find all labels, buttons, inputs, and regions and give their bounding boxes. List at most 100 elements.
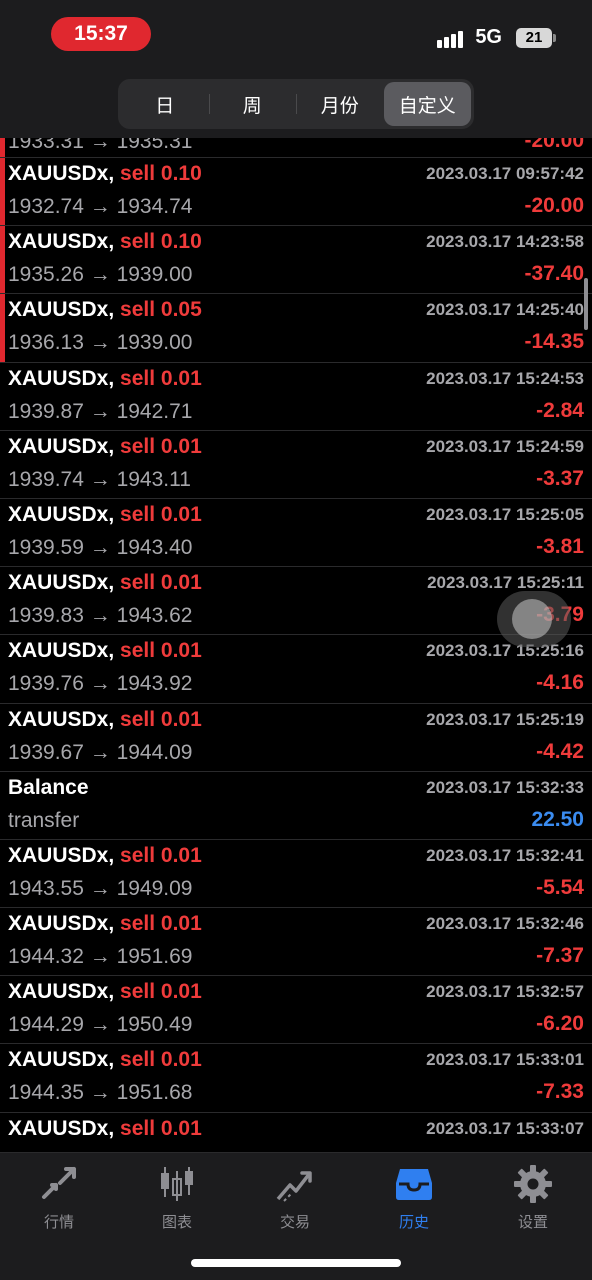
tab-day[interactable]: 日 — [121, 82, 209, 126]
trade-datetime: 2023.03.17 15:25:16 — [426, 641, 584, 661]
tab-label: 图表 — [161, 1214, 192, 1231]
profit: -20.00 — [524, 194, 584, 217]
trade-datetime: 2023.03.17 15:25:19 — [426, 709, 584, 729]
assistive-touch-button[interactable] — [497, 591, 571, 647]
trade-title: XAUUSDx, sell 0.01 — [8, 844, 202, 868]
list-item[interactable]: Balance 2023.03.17 15:32:33 transfer 22.50 — [0, 772, 592, 840]
trade-volume: 0.01 — [160, 980, 202, 1004]
tab-chart[interactable]: 图表 — [118, 1163, 236, 1232]
tab-week[interactable]: 周 — [208, 82, 297, 126]
tab-quotes[interactable]: 行情 — [0, 1163, 118, 1232]
prices: 1939.83 → 1943.62 — [8, 604, 193, 628]
trade-side: sell — [120, 1116, 156, 1140]
trade-trend-icon — [276, 1171, 312, 1202]
trade-volume: 0.01 — [160, 707, 202, 731]
list-item[interactable]: XAUUSDx, sell 0.01 2023.03.17 15:25:19 193… — [0, 704, 592, 772]
list-item[interactable]: XAUUSDx, sell 0.01 2023.03.17 15:33:07 — [0, 1113, 592, 1152]
list-item[interactable]: XAUUSDx, sell 0.10 2023.03.17 09:57:42 193… — [0, 158, 592, 227]
list-item[interactable]: XAUUSDx, sell 0.01 2023.03.17 15:25:16 193… — [0, 635, 592, 704]
tab-settings[interactable]: 设置 — [474, 1163, 592, 1232]
trade-datetime: 2023.03.17 15:25:05 — [426, 504, 584, 524]
prices: 1944.29 → 1950.49 — [8, 1013, 193, 1037]
history-list[interactable]: 1933.31 → 1935.31 -20.00 XAUUSDx, sell 0… — [0, 138, 592, 1152]
list-item-partial[interactable]: 1933.31 → 1935.31 -20.00 — [0, 138, 592, 158]
trade-side: sell — [120, 843, 156, 867]
list-item[interactable]: XAUUSDx, sell 0.01 2023.03.17 15:25:05 193… — [0, 499, 592, 568]
prices: 1932.74 → 1934.74 — [8, 195, 193, 218]
trade-datetime: 2023.03.17 15:32:57 — [426, 982, 584, 1002]
prices: 1943.55 → 1949.09 — [8, 876, 193, 900]
list-item[interactable]: XAUUSDx, sell 0.01 2023.03.17 15:24:53 193… — [0, 363, 592, 431]
symbol: XAUUSDx, — [8, 980, 115, 1004]
trade-title: XAUUSDx, sell 0.05 — [8, 298, 202, 322]
status-time[interactable]: 15:37 — [51, 17, 151, 51]
symbol: XAUUSDx, — [8, 639, 115, 663]
symbol: XAUUSDx, — [8, 912, 115, 936]
list-item[interactable]: XAUUSDx, sell 0.01 2023.03.17 15:32:57 194… — [0, 976, 592, 1045]
trade-datetime: 2023.03.17 15:32:41 — [426, 845, 584, 865]
trade-title: XAUUSDx, sell 0.01 — [8, 571, 202, 595]
trade-side: sell — [120, 980, 156, 1004]
list-item[interactable]: XAUUSDx, sell 0.10 2023.03.17 14:23:58 193… — [0, 226, 592, 295]
profit: -5.54 — [536, 875, 584, 899]
trade-volume: 0.10 — [160, 162, 202, 185]
list-item[interactable]: XAUUSDx, sell 0.05 2023.03.17 14:25:40 193… — [0, 294, 592, 363]
tab-label: 历史 — [398, 1214, 429, 1231]
trade-datetime: 2023.03.17 09:57:42 — [426, 164, 584, 183]
profit: -37.40 — [524, 262, 584, 286]
trade-volume: 0.01 — [160, 639, 202, 663]
trade-datetime: 2023.03.17 15:33:01 — [426, 1050, 584, 1070]
prices: 1933.31 → 1935.31 — [8, 138, 193, 153]
list-item[interactable]: XAUUSDx, sell 0.01 2023.03.17 15:33:01 194… — [0, 1044, 592, 1113]
prices: 1939.74 → 1943.11 — [8, 467, 191, 491]
list-item[interactable]: XAUUSDx, sell 0.01 2023.03.17 15:24:59 193… — [0, 431, 592, 499]
scrollbar[interactable] — [584, 278, 588, 330]
trade-volume: 0.01 — [160, 571, 202, 595]
profit: -20.00 — [524, 138, 584, 152]
tab-history[interactable]: 历史 — [355, 1163, 473, 1232]
tab-month[interactable]: 月份 — [296, 82, 384, 126]
network-type: 5G — [475, 26, 502, 48]
prices: 1939.59 → 1943.40 — [8, 535, 193, 559]
trade-side: sell — [120, 502, 156, 526]
trade-side: sell — [120, 707, 156, 731]
tab-custom[interactable]: 自定义 — [383, 82, 471, 126]
symbol: XAUUSDx, — [8, 1048, 115, 1072]
trade-side: sell — [120, 230, 156, 254]
prices: 1935.26 → 1939.00 — [8, 263, 193, 287]
symbol: XAUUSDx, — [8, 502, 115, 526]
tab-label: 交易 — [279, 1214, 310, 1231]
trade-title: XAUUSDx, sell 0.10 — [8, 230, 202, 254]
list-item[interactable]: XAUUSDx, sell 0.01 2023.03.17 15:32:41 194… — [0, 840, 592, 909]
trade-volume: 0.01 — [160, 434, 202, 458]
symbol: XAUUSDx, — [8, 434, 115, 458]
trade-title: XAUUSDx, sell 0.01 — [8, 1048, 202, 1072]
trade-side: sell — [120, 434, 156, 458]
tab-label: 行情 — [43, 1214, 74, 1231]
trade-volume: 0.01 — [160, 366, 202, 390]
tab-label: 设置 — [517, 1214, 548, 1231]
tab-trade[interactable]: 交易 — [236, 1163, 354, 1232]
trade-datetime: 2023.03.17 15:32:33 — [426, 777, 584, 797]
profit: 22.50 — [531, 807, 584, 831]
trade-side: sell — [120, 1048, 156, 1072]
trade-side: sell — [120, 571, 156, 595]
trade-datetime: 2023.03.17 15:24:53 — [426, 368, 584, 388]
trade-volume: 0.05 — [160, 298, 202, 322]
trade-title: XAUUSDx, sell 0.01 — [8, 1117, 202, 1141]
candlestick-chart-icon — [161, 1167, 193, 1201]
trade-datetime: 2023.03.17 14:23:58 — [426, 232, 584, 252]
trade-side: sell — [120, 639, 156, 663]
prices: 1944.32 → 1951.69 — [8, 945, 193, 969]
trade-side: sell — [120, 912, 156, 936]
list-item[interactable]: XAUUSDx, sell 0.01 2023.03.17 15:32:46 194… — [0, 908, 592, 977]
profit: -2.84 — [536, 398, 584, 422]
trade-title: Balance — [8, 776, 89, 800]
prices: transfer — [8, 808, 80, 832]
trade-volume: 0.01 — [160, 1048, 202, 1072]
trade-volume: 0.01 — [160, 843, 202, 867]
trade-datetime: 2023.03.17 15:33:07 — [426, 1118, 584, 1138]
symbol: XAUUSDx, — [8, 298, 115, 322]
status-indicators: 5G 21 — [437, 26, 556, 49]
home-indicator[interactable] — [191, 1259, 401, 1267]
